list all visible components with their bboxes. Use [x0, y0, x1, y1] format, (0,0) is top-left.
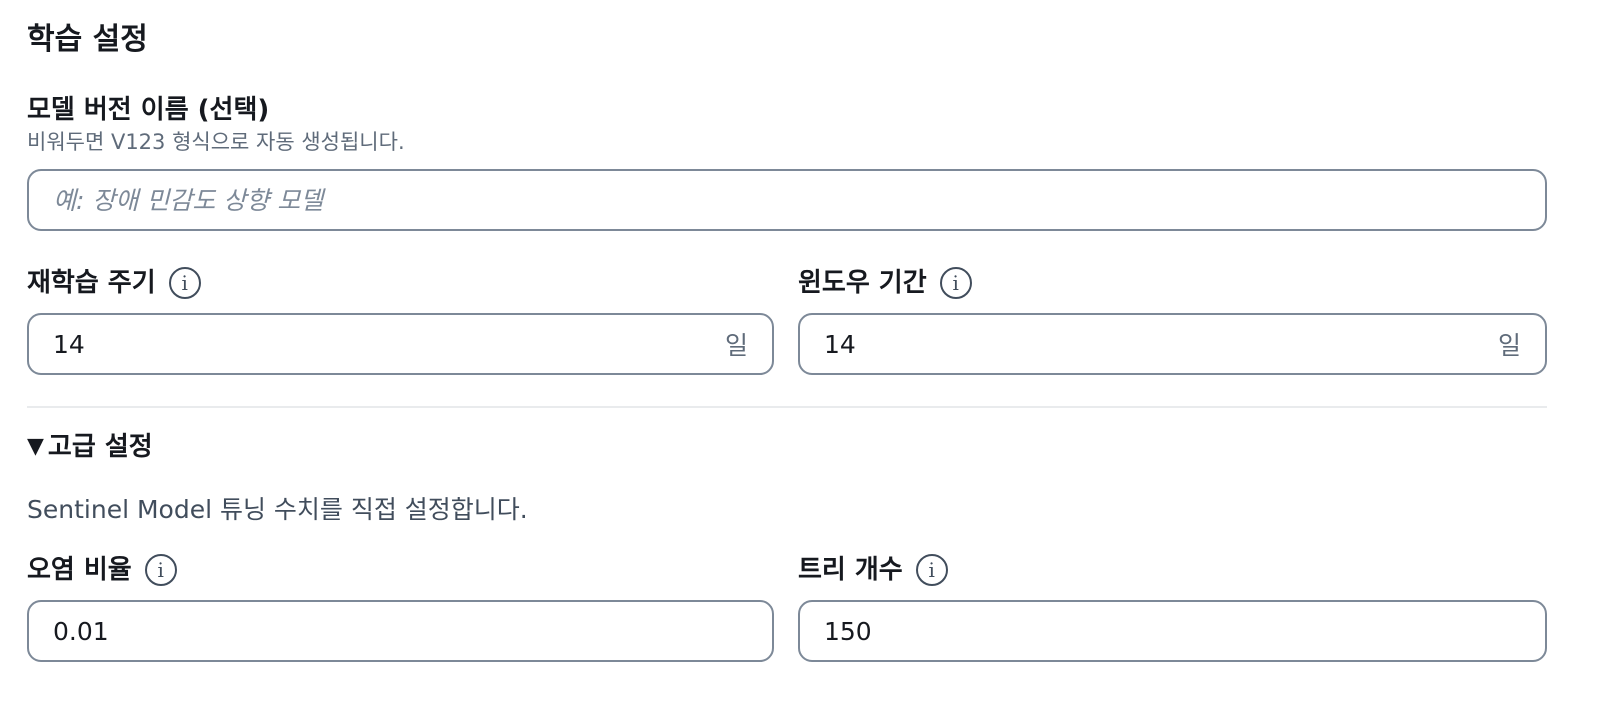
section-title: 학습 설정: [27, 22, 148, 57]
model-version-description: 비워두면 V123 형식으로 자동 생성됩니다.: [27, 130, 405, 154]
model-version-label: 모델 버전 이름 (선택): [27, 95, 270, 125]
retrain-cycle-label-group: 재학습 주기 i: [27, 266, 201, 300]
window-period-unit: 일: [1497, 331, 1521, 360]
model-version-field[interactable]: [27, 169, 1547, 231]
contamination-label: 오염 비율: [27, 555, 132, 585]
retrain-cycle-unit: 일: [724, 331, 748, 360]
tree-count-input[interactable]: [800, 602, 1545, 660]
window-period-info-icon[interactable]: i: [939, 267, 972, 299]
contamination-label-group: 오염 비율 i: [27, 553, 177, 587]
retrain-cycle-info-icon[interactable]: i: [168, 267, 201, 299]
retrain-cycle-input[interactable]: [29, 315, 725, 373]
tree-count-label: 트리 개수: [798, 555, 903, 585]
tree-count-field[interactable]: [798, 600, 1547, 662]
contamination-field[interactable]: [27, 600, 774, 662]
retrain-cycle-label: 재학습 주기: [27, 268, 156, 298]
advanced-settings-toggle[interactable]: ▼ 고급 설정: [27, 430, 153, 464]
window-period-input[interactable]: [800, 315, 1498, 373]
section-divider: [27, 406, 1547, 408]
contamination-info-icon[interactable]: i: [144, 554, 177, 586]
retrain-cycle-field[interactable]: 일: [27, 313, 774, 375]
advanced-settings-description: Sentinel Model 튜닝 수치를 직접 설정합니다.: [27, 495, 528, 524]
tree-count-label-group: 트리 개수 i: [798, 553, 948, 587]
window-period-label-group: 윈도우 기간 i: [798, 266, 972, 300]
contamination-input[interactable]: [29, 602, 772, 660]
window-period-label: 윈도우 기간: [798, 268, 927, 298]
caret-down-icon: ▼: [27, 434, 44, 459]
model-version-label-group: 모델 버전 이름 (선택) 비워두면 V123 형식으로 자동 생성됩니다.: [27, 93, 405, 156]
advanced-settings-label: 고급 설정: [47, 432, 153, 462]
window-period-field[interactable]: 일: [798, 313, 1547, 375]
tree-count-info-icon[interactable]: i: [915, 554, 948, 586]
model-version-input[interactable]: [29, 171, 1545, 229]
